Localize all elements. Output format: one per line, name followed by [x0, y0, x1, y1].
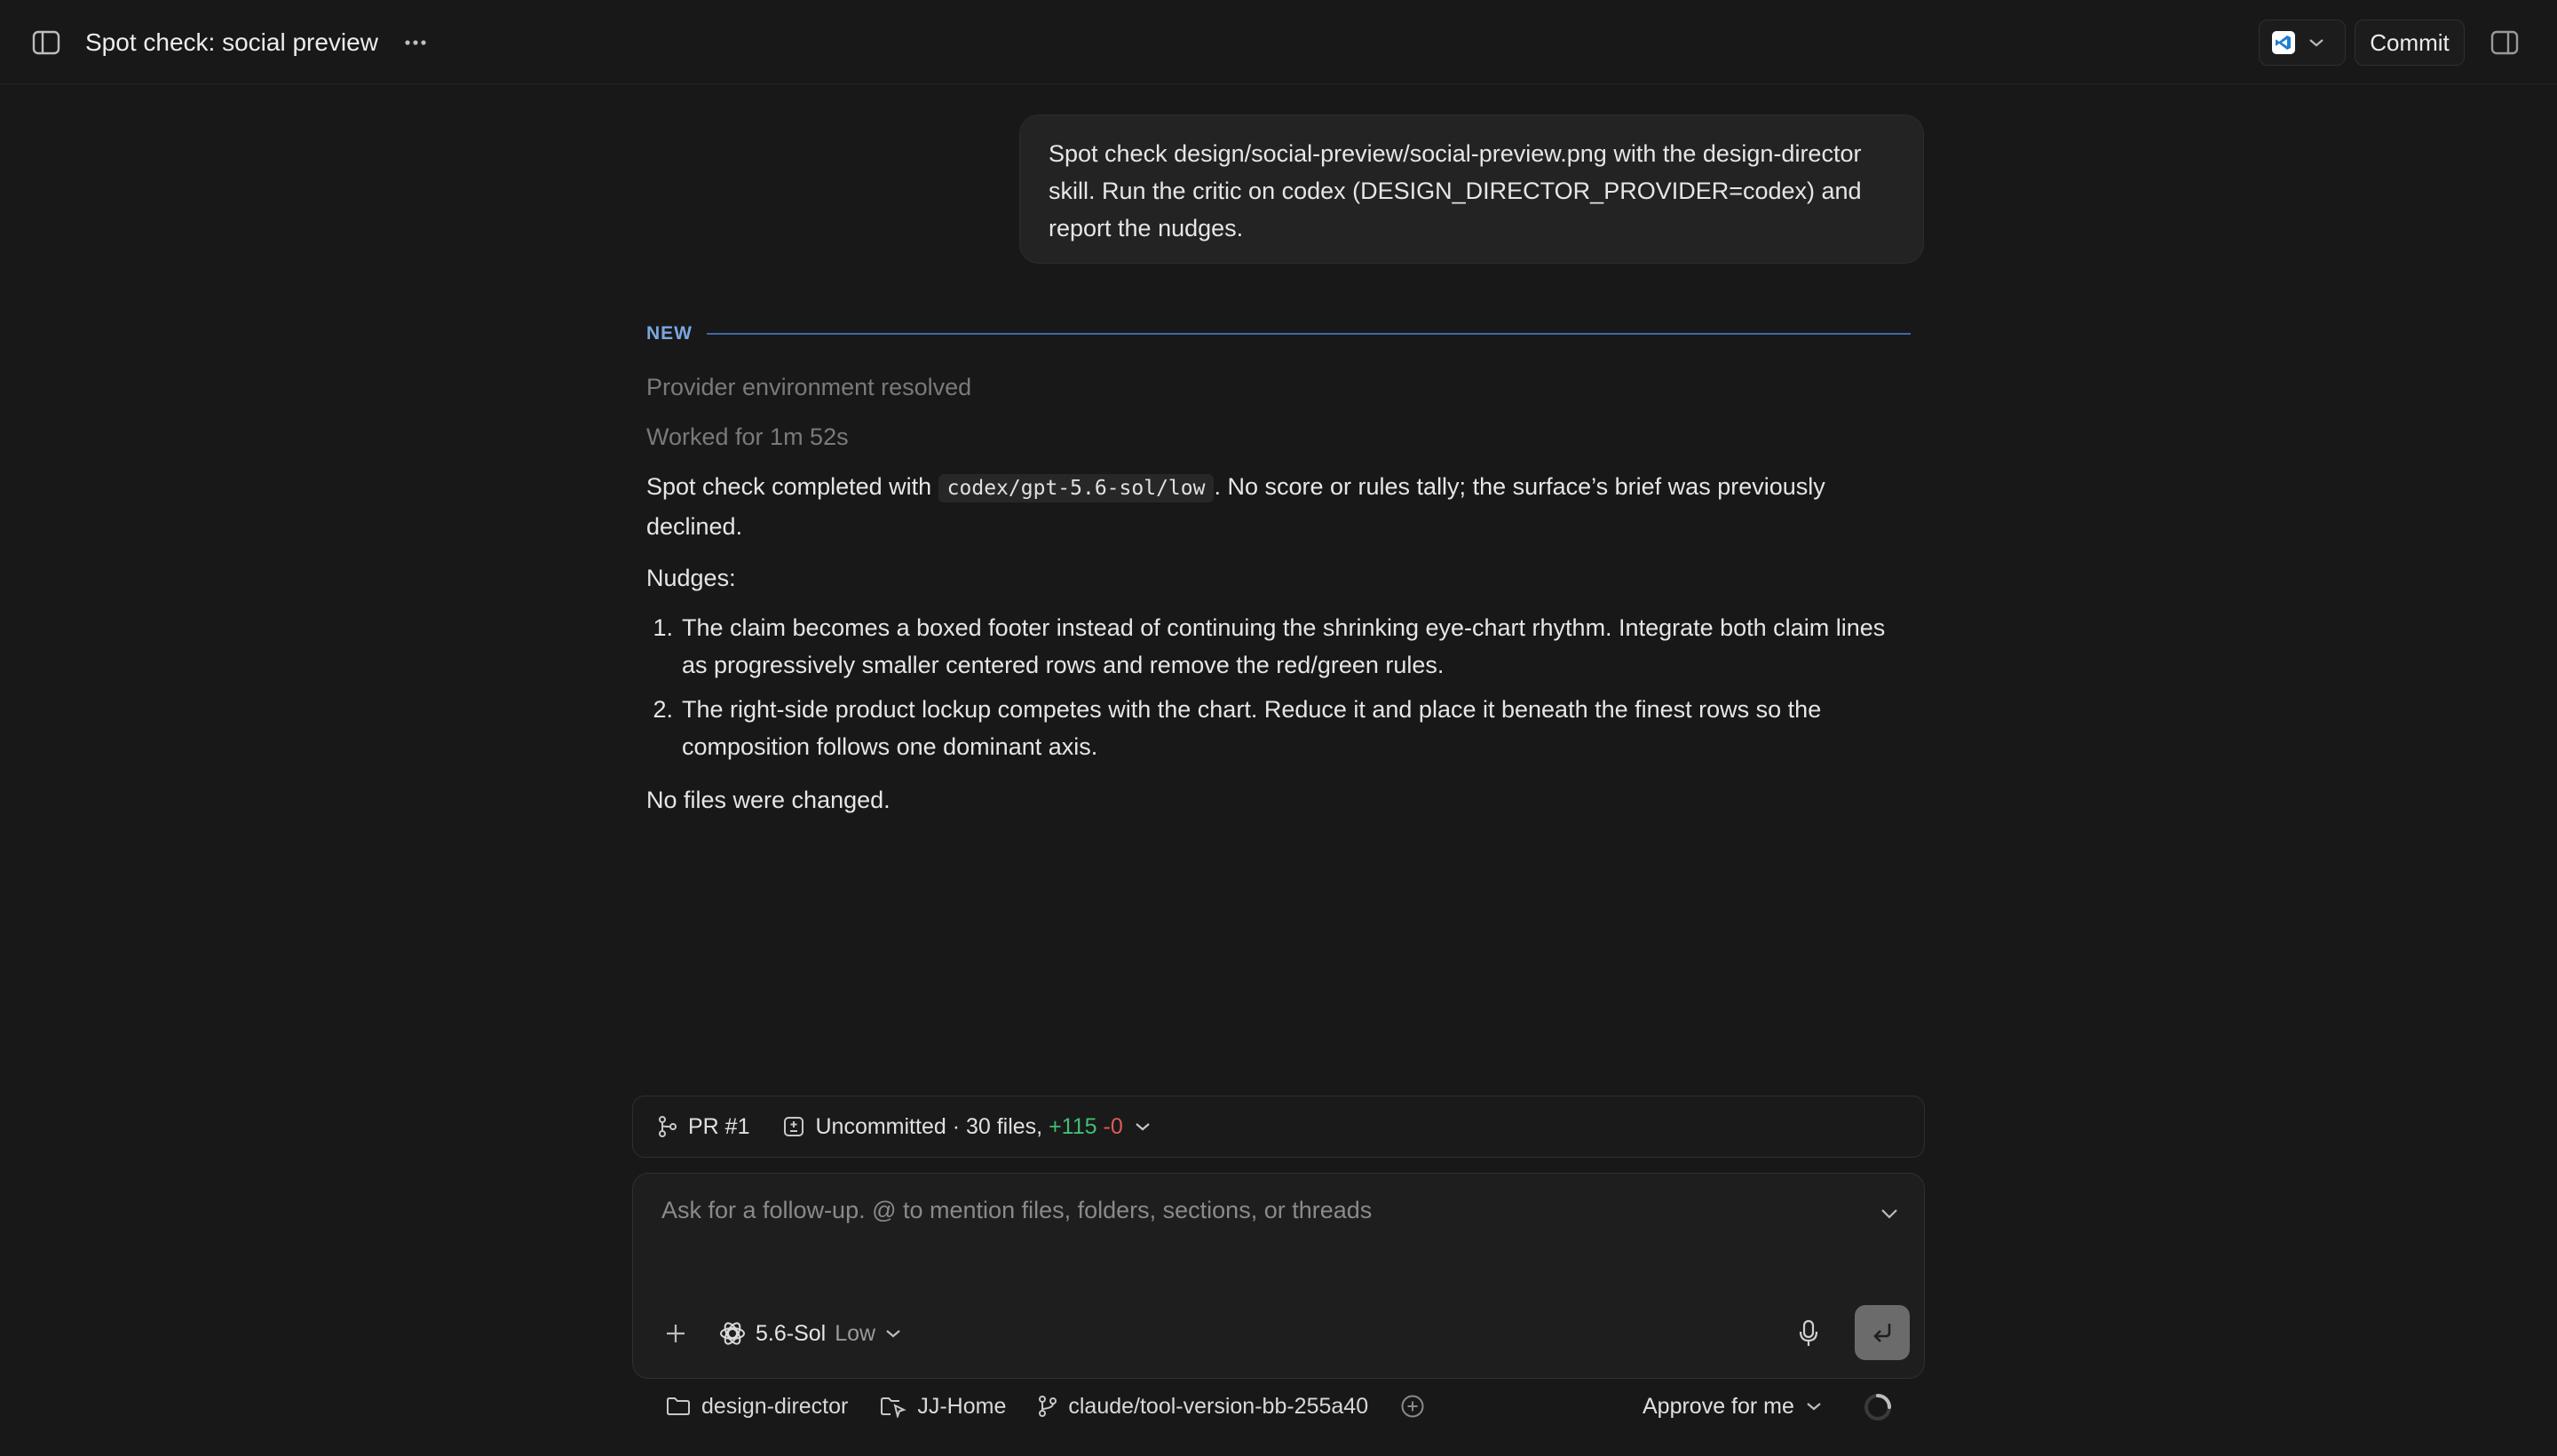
workspace-name: JJ-Home — [917, 1393, 1007, 1419]
branch-icon — [658, 1115, 677, 1138]
new-divider-line — [707, 333, 1911, 335]
chevron-down-icon — [2308, 37, 2325, 48]
approval-mode-label: Approve for me — [1643, 1393, 1794, 1419]
uncommitted-summary: Uncommitted · 30 files, +115 -0 — [815, 1114, 1122, 1140]
model-name: 5.6-Sol — [756, 1320, 827, 1346]
plus-icon[interactable] — [660, 1318, 692, 1349]
composer: 5.6-Sol Low — [632, 1173, 1925, 1379]
model-effort: Low — [835, 1320, 876, 1346]
openai-icon — [718, 1319, 747, 1348]
folder-name: design-director — [701, 1393, 849, 1419]
chevron-down-icon — [884, 1328, 902, 1339]
vscode-icon — [2272, 31, 2295, 54]
add-circle-icon[interactable] — [1400, 1394, 1425, 1419]
list-item-text: The claim becomes a boxed footer instead… — [682, 614, 1886, 678]
workspace-icon — [880, 1395, 907, 1418]
uncommitted-changes-dropdown[interactable]: Uncommitted · 30 files, +115 -0 — [783, 1114, 1151, 1140]
pr-status-bar: PR #1 Uncommitted · 30 files, +115 -0 — [632, 1096, 1925, 1158]
list-item-number: 1. — [653, 614, 673, 641]
diff-icon — [783, 1116, 804, 1137]
chevron-down-icon — [1134, 1121, 1152, 1132]
approval-mode-dropdown[interactable]: Approve for me — [1643, 1390, 1823, 1422]
mic-icon[interactable] — [1793, 1316, 1825, 1351]
top-bar: Spot check: social preview Commit — [0, 0, 2557, 84]
list-item: 1. The claim becomes a boxed footer inst… — [646, 609, 1907, 684]
pr-link[interactable]: PR #1 — [658, 1114, 749, 1140]
follow-up-input[interactable] — [661, 1197, 1816, 1224]
sidebar-toggle-icon[interactable] — [27, 26, 66, 59]
nudges-list: 1. The claim becomes a boxed footer inst… — [646, 609, 1907, 772]
branch-icon — [1038, 1395, 1057, 1418]
branch-name: claude/tool-version-bb-255a40 — [1068, 1393, 1369, 1419]
spinner-icon — [1863, 1392, 1893, 1422]
send-button[interactable] — [1855, 1305, 1910, 1360]
no-files-changed: No files were changed. — [646, 787, 891, 813]
model-code: codex/gpt-5.6-sol/low — [938, 474, 1215, 502]
commit-button[interactable]: Commit — [2355, 20, 2465, 66]
folder-icon — [666, 1396, 691, 1417]
nudges-heading: Nudges: — [646, 565, 736, 591]
expand-composer-icon[interactable] — [1874, 1199, 1904, 1229]
new-divider: NEW — [646, 321, 1911, 346]
thread-title: Spot check: social preview — [85, 28, 378, 56]
status-provider-resolved[interactable]: Provider environment resolved — [646, 371, 971, 403]
context-footer: design-director JJ-Home claude/tool-vers… — [666, 1390, 1457, 1422]
panel-toggle-icon[interactable] — [2486, 25, 2523, 60]
summary-paragraph: Spot check completed with codex/gpt-5.6-… — [646, 468, 1907, 546]
new-label: NEW — [646, 323, 693, 344]
status-worked-for[interactable]: Worked for 1m 52s — [646, 421, 849, 453]
model-selector[interactable]: 5.6-Sol Low — [718, 1318, 902, 1349]
list-item: 2. The right-side product lockup compete… — [646, 691, 1907, 765]
send-icon — [1870, 1320, 1895, 1345]
folder-selector[interactable]: design-director — [666, 1394, 848, 1420]
user-message-bubble: Spot check design/social-preview/social-… — [1019, 115, 1924, 264]
pr-label: PR #1 — [688, 1113, 750, 1139]
workspace-selector[interactable]: JJ-Home — [880, 1394, 1006, 1420]
summary-prefix: Spot check completed with — [646, 473, 938, 500]
list-item-text: The right-side product lockup competes w… — [682, 696, 1822, 760]
more-icon[interactable] — [398, 26, 433, 59]
branch-selector[interactable]: claude/tool-version-bb-255a40 — [1038, 1394, 1368, 1420]
uncommitted-prefix: Uncommitted · 30 files, — [815, 1113, 1049, 1139]
list-item-number: 2. — [653, 696, 673, 723]
additions-count: +115 — [1049, 1113, 1097, 1139]
deletions-count: -0 — [1103, 1113, 1123, 1139]
open-in-editor-button[interactable] — [2259, 20, 2346, 66]
chevron-down-icon — [1805, 1401, 1823, 1412]
